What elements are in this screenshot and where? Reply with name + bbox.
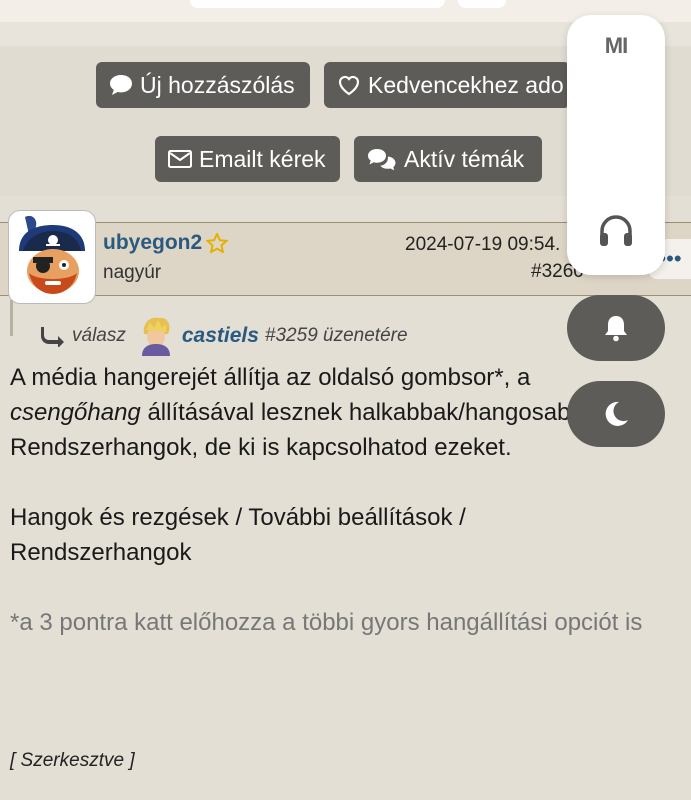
reply-target[interactable]: #3259 üzenetére [265, 325, 408, 347]
active-topics-button[interactable]: Aktív témák [354, 136, 542, 182]
bell-icon [605, 316, 627, 342]
moon-icon [605, 401, 628, 426]
reply-prefix: válasz [72, 325, 126, 346]
castiels-avatar-icon [141, 317, 170, 356]
reply-connector [10, 300, 13, 336]
new-post-button[interactable]: Új hozzászólás [96, 62, 310, 108]
active-topics-label: Aktív témák [404, 145, 525, 172]
ring-mode-button[interactable] [567, 295, 665, 361]
heart-icon [338, 75, 360, 96]
search-button-edge[interactable] [458, 0, 506, 8]
volume-panel[interactable]: MI [567, 15, 665, 275]
post-username[interactable]: ubyegon2 [103, 231, 202, 255]
body-paragraph-2: Hangok és rezgések / További beállítások… [10, 504, 466, 566]
favorite-label: Kedvencekhez ado [368, 71, 564, 98]
email-request-button[interactable]: Emailt kérek [155, 136, 340, 182]
new-post-label: Új hozzászólás [140, 71, 295, 98]
body-footnote: *a 3 pontra katt előhozza a többi gyors … [10, 609, 643, 636]
star-icon [206, 233, 228, 253]
user-rank: nagyúr [103, 262, 162, 283]
speech-bubble-icon [110, 75, 132, 95]
email-request-label: Emailt kérek [199, 145, 326, 172]
body-1-start: A média hangerejét állítja az oldalsó go… [10, 364, 531, 391]
reply-username[interactable]: castiels [182, 324, 259, 348]
search-field-edge[interactable] [190, 0, 445, 8]
do-not-disturb-button[interactable] [567, 381, 665, 447]
post-date: 2024-07-19 09:54. [405, 234, 561, 255]
comments-icon [368, 149, 396, 171]
user-avatar[interactable] [8, 210, 96, 304]
envelope-icon [168, 150, 192, 168]
headphones-icon[interactable] [597, 213, 635, 249]
reply-reference: válasz castiels #3259 üzenetére [40, 316, 408, 356]
body-1-italic: csengőhang [10, 399, 141, 426]
edited-label: [ Szerkesztve ] [10, 750, 135, 771]
mi-logo: MI [604, 33, 628, 58]
favorite-button[interactable]: Kedvencekhez ado [324, 62, 570, 108]
reply-arrow-icon [41, 327, 64, 347]
pirate-avatar-icon [19, 215, 85, 294]
